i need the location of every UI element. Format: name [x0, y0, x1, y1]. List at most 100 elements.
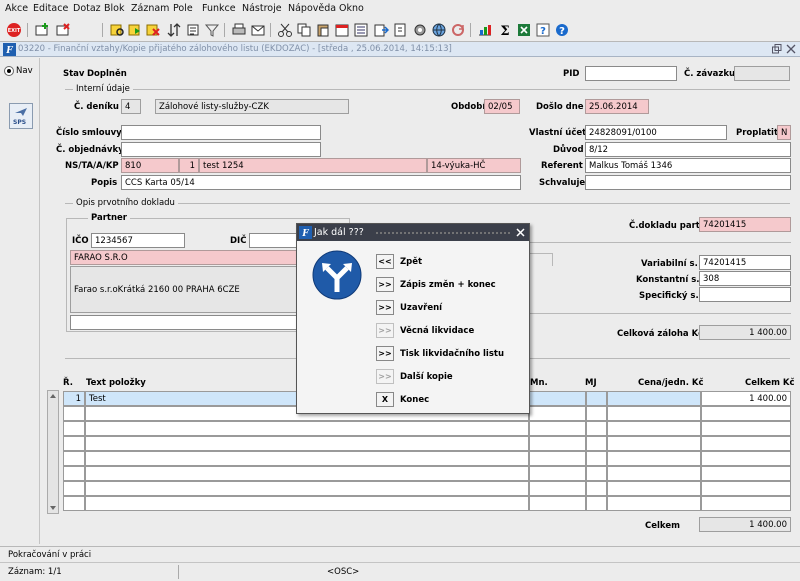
menu-nastroje[interactable]: Nástroje	[242, 3, 282, 14]
menu-pole[interactable]: Pole	[173, 3, 193, 14]
close-window-icon[interactable]	[786, 44, 796, 54]
dialog-option-button[interactable]: >>	[376, 300, 394, 315]
cena-cell[interactable]	[607, 421, 701, 436]
mj-cell[interactable]	[586, 466, 607, 481]
cena-cell[interactable]	[607, 406, 701, 421]
row-number-cell[interactable]: 1	[63, 391, 85, 406]
celkem-cell[interactable]	[701, 451, 791, 466]
mj-cell[interactable]	[586, 496, 607, 511]
cena-cell[interactable]	[607, 436, 701, 451]
proplatit-field[interactable]: N	[777, 125, 791, 140]
mj-cell[interactable]	[586, 421, 607, 436]
ns-field[interactable]: 810	[121, 158, 179, 173]
delete-record-icon[interactable]	[55, 22, 71, 38]
scroll-down-icon[interactable]	[49, 504, 57, 512]
exit-icon[interactable]: EXIT	[6, 22, 22, 38]
cena-cell[interactable]	[607, 451, 701, 466]
celkem-cell[interactable]	[701, 436, 791, 451]
celkem-cell[interactable]	[701, 421, 791, 436]
konstantni-field[interactable]: 308	[699, 271, 791, 286]
row-number-cell[interactable]	[63, 436, 85, 451]
mn-cell[interactable]	[529, 391, 586, 406]
copy-icon[interactable]	[296, 22, 312, 38]
variabilni-field[interactable]: 74201415	[699, 255, 791, 270]
lov-icon[interactable]	[353, 22, 369, 38]
mn-cell[interactable]	[529, 451, 586, 466]
chart-icon[interactable]	[477, 22, 493, 38]
text-cell[interactable]	[85, 481, 529, 496]
menu-editace[interactable]: Editace	[33, 3, 68, 14]
menu-okno[interactable]: Okno	[339, 3, 364, 14]
celkem-cell[interactable]	[701, 406, 791, 421]
menu-blok[interactable]: Blok	[104, 3, 124, 14]
mj-cell[interactable]	[586, 436, 607, 451]
sps-button[interactable]: SPS	[9, 103, 33, 129]
mj-cell[interactable]	[586, 391, 607, 406]
attachment-icon[interactable]	[392, 22, 408, 38]
ta-field[interactable]: 1	[179, 158, 199, 173]
duvod-field[interactable]: 8/12	[585, 142, 791, 157]
mj-cell[interactable]	[586, 406, 607, 421]
row-number-cell[interactable]	[63, 496, 85, 511]
mn-cell[interactable]	[529, 436, 586, 451]
menu-napoveda[interactable]: Nápověda	[288, 3, 336, 14]
dialog-option-button[interactable]: <<	[376, 254, 394, 269]
execute-query-icon[interactable]	[127, 22, 143, 38]
kp-field[interactable]: 14-výuka-HČ	[427, 158, 521, 173]
vlastni-ucet-field[interactable]: 24828091/0100	[585, 125, 727, 140]
dialog-option-button[interactable]: >>	[376, 369, 394, 384]
menu-zaznam[interactable]: Záznam	[131, 3, 169, 14]
new-record-icon[interactable]	[34, 22, 50, 38]
mj-cell[interactable]	[586, 481, 607, 496]
celkem-cell[interactable]	[701, 466, 791, 481]
sort-icon[interactable]	[166, 22, 182, 38]
recalc-icon[interactable]	[450, 22, 466, 38]
mn-cell[interactable]	[529, 406, 586, 421]
enter-query-icon[interactable]	[109, 22, 125, 38]
text-cell[interactable]	[85, 421, 529, 436]
excel-icon[interactable]	[516, 22, 532, 38]
mn-cell[interactable]	[529, 496, 586, 511]
dialog-option-button[interactable]: >>	[376, 323, 394, 338]
grid-scrollbar[interactable]	[47, 390, 59, 514]
cancel-query-icon[interactable]	[145, 22, 161, 38]
filter-icon[interactable]	[204, 22, 220, 38]
cut-icon[interactable]	[277, 22, 293, 38]
export-icon[interactable]	[373, 22, 389, 38]
dialog-option-button[interactable]: >>	[376, 346, 394, 361]
settings-icon[interactable]	[412, 22, 428, 38]
c-dokladu-field[interactable]: 74201415	[699, 217, 791, 232]
specificky-field[interactable]	[699, 287, 791, 302]
globe-icon[interactable]	[431, 22, 447, 38]
scroll-up-icon[interactable]	[49, 392, 57, 400]
cena-cell[interactable]	[607, 466, 701, 481]
celkem-cell[interactable]	[701, 481, 791, 496]
obdobi-field[interactable]: 02/05	[484, 99, 520, 114]
help-question-icon[interactable]: ?	[554, 22, 570, 38]
nav-radio[interactable]	[4, 66, 14, 76]
referent-field[interactable]: Malkus Tomáš 1346	[585, 158, 791, 173]
row-number-cell[interactable]	[63, 406, 85, 421]
mn-cell[interactable]	[529, 481, 586, 496]
schvaluje-field[interactable]	[585, 175, 791, 190]
celkem-cell[interactable]	[701, 496, 791, 511]
mn-cell[interactable]	[529, 421, 586, 436]
cena-cell[interactable]	[607, 496, 701, 511]
row-number-cell[interactable]	[63, 451, 85, 466]
menu-funkce[interactable]: Funkce	[202, 3, 236, 14]
sum-icon[interactable]: Σ	[497, 22, 513, 38]
calendar-icon[interactable]	[334, 22, 350, 38]
print-icon[interactable]	[231, 22, 247, 38]
dialog-close-icon[interactable]	[516, 228, 525, 237]
row-number-cell[interactable]	[63, 466, 85, 481]
count-icon[interactable]	[185, 22, 201, 38]
c-objednavky-field[interactable]	[121, 142, 321, 157]
row-number-cell[interactable]	[63, 481, 85, 496]
c-zavazku-field[interactable]	[734, 66, 790, 81]
pid-field[interactable]	[585, 66, 677, 81]
cena-cell[interactable]	[607, 481, 701, 496]
row-number-cell[interactable]	[63, 421, 85, 436]
doslo-dne-field[interactable]: 25.06.2014	[585, 99, 649, 114]
mn-cell[interactable]	[529, 466, 586, 481]
paste-icon[interactable]	[315, 22, 331, 38]
